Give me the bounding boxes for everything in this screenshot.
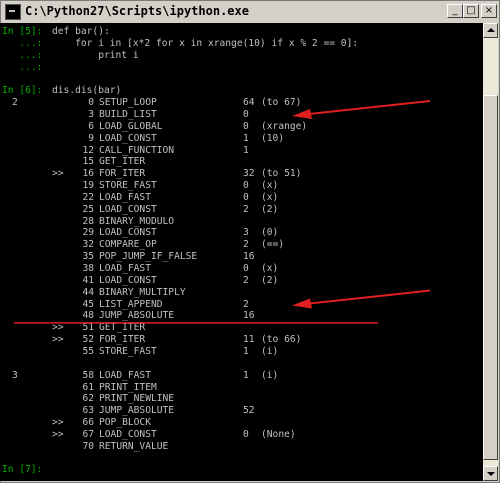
- arrow-build-list: [292, 99, 431, 119]
- arrow-list-append: [292, 289, 431, 309]
- annotation-layer: [14, 99, 431, 324]
